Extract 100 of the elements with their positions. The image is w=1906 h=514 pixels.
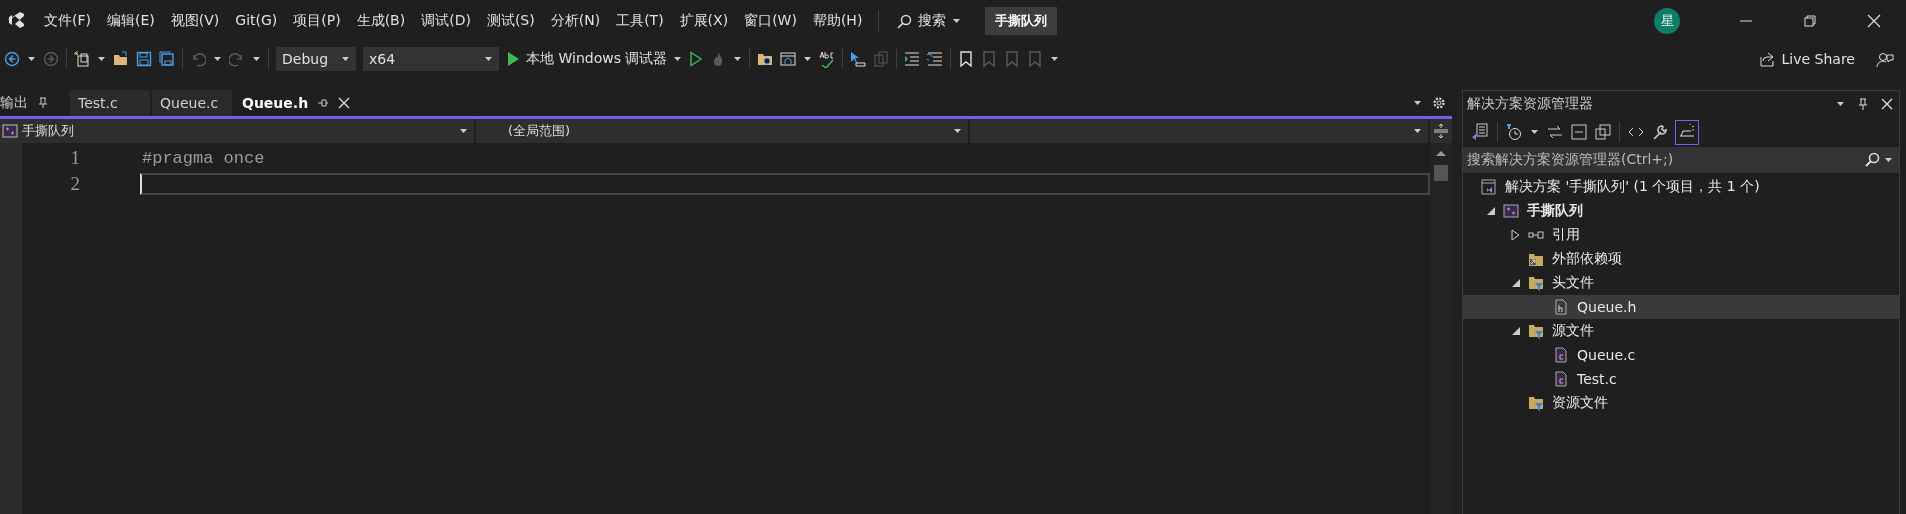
menu-item[interactable]: 帮助(H) (804, 8, 871, 34)
forward-icon[interactable] (43, 51, 59, 67)
caret-icon[interactable] (213, 55, 222, 63)
tree-item[interactable]: 引用 (1463, 223, 1899, 247)
overflow-caret-icon[interactable] (1050, 55, 1060, 63)
caret-icon[interactable] (459, 127, 468, 135)
caret-icon[interactable] (733, 55, 743, 63)
caret-icon[interactable] (27, 55, 36, 63)
c-file-icon (1553, 347, 1569, 363)
caret-icon[interactable] (952, 17, 962, 25)
caret-icon[interactable] (252, 55, 261, 63)
folder-icon (1528, 251, 1544, 267)
expanded-arrow-icon[interactable] (1510, 326, 1521, 336)
search-icon (897, 13, 913, 29)
scrollbar-thumb[interactable] (1434, 165, 1448, 181)
tree-item[interactable]: 源文件 (1463, 319, 1899, 343)
spell-check-icon[interactable] (819, 50, 836, 68)
pin-icon[interactable] (37, 97, 49, 109)
filter-folder-icon (1528, 323, 1544, 339)
caret-icon[interactable] (1530, 128, 1539, 136)
caret-icon[interactable] (1884, 156, 1893, 164)
tree-item[interactable]: 资源文件 (1463, 391, 1899, 415)
save-all-icon[interactable] (159, 51, 175, 67)
c-file-icon (1553, 371, 1569, 387)
menu-item[interactable]: 扩展(X) (671, 8, 737, 34)
menu-item[interactable]: 视图(V) (162, 8, 228, 34)
save-icon[interactable] (136, 51, 152, 67)
tree-item[interactable]: 解决方案 '手撕队列' (1 个项目，共 1 个) (1463, 175, 1899, 199)
preview-icon (1678, 122, 1696, 139)
undo-icon[interactable] (190, 51, 206, 67)
caret-icon[interactable] (673, 55, 683, 63)
tab-list-caret-icon[interactable] (1413, 99, 1422, 107)
indent-icon[interactable] (904, 51, 921, 67)
panel-menu-caret-icon[interactable] (1836, 100, 1845, 108)
split-editor-icon[interactable] (1433, 123, 1449, 139)
menu-item[interactable]: 测试(S) (478, 8, 543, 34)
outdent-icon[interactable] (927, 51, 944, 67)
close-icon[interactable] (1867, 14, 1881, 28)
tree-item[interactable]: Queue.h (1463, 295, 1899, 319)
preview-toggle-button[interactable] (1676, 120, 1698, 144)
pin-icon[interactable] (1857, 97, 1869, 111)
caret-icon[interactable] (97, 55, 106, 63)
select-cursor-icon[interactable] (850, 51, 867, 67)
expanded-arrow-icon[interactable] (1510, 278, 1521, 288)
caret-icon[interactable] (484, 55, 493, 63)
tool-window-tab[interactable]: 输出 (0, 90, 68, 116)
pending-changes-icon[interactable] (1506, 124, 1522, 140)
feedback-icon[interactable] (1876, 50, 1894, 68)
filter-folder-icon (1528, 395, 1544, 411)
search-button[interactable]: 搜索 (887, 8, 972, 34)
search-field[interactable]: 搜索解决方案资源管理器(Ctrl+;) (1463, 147, 1899, 173)
menu-item[interactable]: 窗口(W) (736, 8, 805, 34)
collapse-all-icon[interactable] (1571, 124, 1587, 140)
start-debugging-button[interactable]: 本地 Windows 调试器 (506, 50, 683, 68)
restore-icon[interactable] (1804, 15, 1816, 27)
switch-views-icon[interactable] (1471, 123, 1489, 141)
new-project-icon[interactable] (74, 51, 90, 67)
window-home-icon[interactable] (780, 51, 797, 67)
pin-icon[interactable] (317, 97, 330, 109)
filter-folder-icon (1528, 275, 1544, 291)
redo-icon[interactable] (229, 51, 245, 67)
back-icon[interactable] (4, 51, 20, 67)
platform-dropdown[interactable]: x64 (363, 47, 499, 71)
menu-item[interactable]: Git(G) (227, 8, 286, 34)
scope-dropdown[interactable]: (全局范围) (476, 119, 970, 143)
settings-icon[interactable] (1432, 96, 1446, 110)
user-avatar[interactable]: 星 (1654, 8, 1680, 34)
caret-icon[interactable] (341, 55, 350, 63)
tree-item[interactable]: 外部依赖项 (1463, 247, 1899, 271)
menu-item[interactable]: 调试(D) (413, 8, 479, 34)
tree-item[interactable]: 头文件 (1463, 271, 1899, 295)
menu-item[interactable]: 文件(F) (36, 8, 99, 34)
tree-item[interactable]: Test.c (1463, 367, 1899, 391)
menu-item[interactable]: 生成(B) (348, 8, 414, 34)
live-share-button[interactable]: Live Share (1758, 51, 1855, 67)
collapsed-arrow-icon[interactable] (1510, 229, 1521, 241)
caret-icon[interactable] (953, 127, 962, 135)
start-without-debugging-icon[interactable] (689, 51, 704, 67)
open-folder-icon[interactable] (113, 51, 129, 67)
overflow-caret-icon[interactable] (803, 55, 813, 63)
bookmark-icon[interactable] (958, 51, 975, 67)
tree-item[interactable]: Queue.c (1463, 343, 1899, 367)
tree-item[interactable]: 手撕队列 (1463, 199, 1899, 223)
scroll-up-icon[interactable] (1435, 149, 1447, 157)
menu-item[interactable]: 分析(N) (542, 8, 609, 34)
close-icon[interactable] (338, 97, 351, 109)
show-all-files-icon[interactable] (1595, 124, 1611, 140)
document-tab[interactable]: Test.c (70, 90, 150, 116)
configuration-dropdown[interactable]: Debug (276, 47, 356, 71)
properties-icon[interactable] (1652, 124, 1668, 140)
project-icon (2, 123, 18, 139)
expanded-arrow-icon[interactable] (1485, 206, 1496, 216)
document-tab[interactable]: Queue.c (152, 90, 232, 116)
menu-item[interactable]: 编辑(E) (99, 8, 163, 34)
caret-icon[interactable] (1413, 127, 1422, 135)
close-icon[interactable] (1881, 98, 1893, 110)
folder-search-icon[interactable] (757, 51, 774, 67)
sync-icon[interactable] (1547, 124, 1563, 140)
menu-item[interactable]: 工具(T) (608, 8, 672, 34)
menu-item[interactable]: 项目(P) (285, 8, 349, 34)
